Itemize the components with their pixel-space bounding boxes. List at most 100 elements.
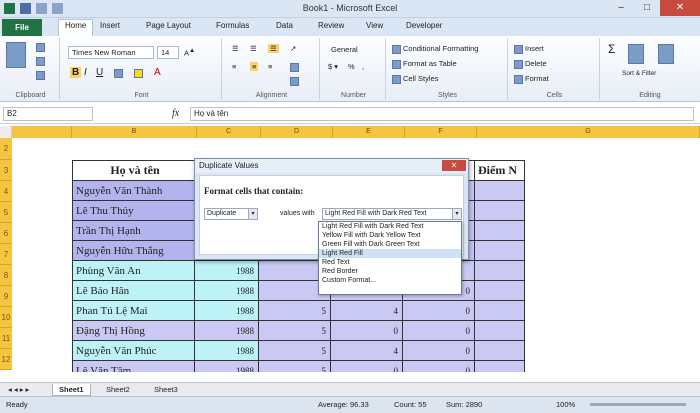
student-name-cell[interactable]: Lê Văn Tâm [72, 360, 195, 372]
format-option[interactable]: Green Fill with Dark Green Text [319, 240, 461, 249]
close-button[interactable]: ✕ [660, 0, 700, 16]
row-header[interactable]: 9 [0, 286, 12, 307]
font-size-select[interactable]: 14 [157, 46, 179, 59]
font-color-button[interactable]: A [154, 67, 161, 78]
column-header-d[interactable]: D [261, 126, 333, 138]
row-header[interactable]: 8 [0, 265, 12, 286]
format-button[interactable]: Format [514, 74, 549, 84]
value-cell[interactable]: 5 [258, 300, 331, 321]
value-cell[interactable] [474, 340, 525, 361]
minimize-button[interactable]: – [608, 0, 634, 16]
wrap-text-button[interactable] [290, 62, 301, 72]
value-cell[interactable] [474, 360, 525, 372]
student-name-cell[interactable]: Nguyễn Văn Thành [72, 180, 195, 201]
row-header[interactable]: 5 [0, 202, 12, 223]
format-select[interactable]: Light Red Fill with Dark Red Text ▾ [322, 208, 462, 220]
chevron-down-icon[interactable]: ▾ [248, 209, 257, 219]
sheet-tab-sheet1[interactable]: Sheet1 [52, 384, 91, 396]
row-header[interactable]: 4 [0, 181, 12, 202]
zoom-slider[interactable] [590, 403, 686, 406]
format-as-table-button[interactable]: Format as Table [392, 59, 457, 69]
header-score-cell[interactable]: Điểm N [474, 160, 525, 181]
align-left-button[interactable]: ≡ [232, 62, 236, 71]
value-cell[interactable] [474, 320, 525, 341]
row-header[interactable]: 7 [0, 244, 12, 265]
maximize-button[interactable]: □ [634, 0, 660, 16]
zoom-level[interactable]: 100% [556, 400, 575, 409]
grow-font-button[interactable]: A▲ [184, 47, 195, 58]
delete-button[interactable]: Delete [514, 59, 547, 69]
tab-developer[interactable]: Developer [406, 21, 442, 30]
select-all-corner[interactable] [0, 126, 12, 138]
tab-home[interactable]: Home [58, 19, 94, 36]
header-name-cell[interactable]: Họ và tên [72, 160, 195, 181]
cell-styles-button[interactable]: Cell Styles [392, 74, 438, 84]
value-cell[interactable]: 0 [402, 300, 475, 321]
row-header[interactable]: 2 [0, 138, 12, 160]
row-header[interactable]: 3 [0, 160, 12, 181]
align-middle-button[interactable]: ☰ [250, 44, 257, 53]
value-cell[interactable]: 1988 [194, 360, 259, 372]
student-name-cell[interactable]: Đặng Thị Hồng [72, 320, 195, 341]
italic-button[interactable]: I [84, 67, 87, 78]
format-option[interactable]: Light Red Fill with Dark Red Text [319, 222, 461, 231]
value-cell[interactable]: 5 [258, 320, 331, 341]
name-box[interactable]: B2 [3, 107, 93, 121]
comma-button[interactable]: , [362, 62, 364, 71]
autosum-button[interactable]: Σ [608, 42, 615, 56]
value-cell[interactable]: 0 [402, 360, 475, 372]
value-cell[interactable]: 4 [330, 340, 403, 361]
formula-input[interactable]: Họ và tên [190, 107, 694, 121]
chevron-down-icon[interactable]: ▾ [452, 209, 461, 219]
column-header-b[interactable]: B [72, 126, 197, 138]
student-name-cell[interactable]: Phùng Văn An [72, 260, 195, 281]
copy-button[interactable] [36, 56, 47, 66]
align-right-button[interactable]: ≡ [268, 62, 272, 71]
format-painter-button[interactable] [36, 70, 47, 80]
value-cell[interactable]: 1988 [194, 300, 259, 321]
value-cell[interactable]: 1988 [194, 320, 259, 341]
fill-color-button[interactable] [134, 68, 145, 78]
insert-button[interactable]: Insert [514, 44, 544, 54]
orientation-button[interactable]: ↗ [290, 44, 296, 53]
value-cell[interactable] [474, 240, 525, 261]
find-select-button[interactable] [658, 44, 676, 64]
row-header[interactable]: 6 [0, 223, 12, 244]
format-option[interactable]: Red Text [319, 258, 461, 267]
column-header-g[interactable]: G [477, 126, 700, 138]
value-cell[interactable]: 5 [258, 360, 331, 372]
accounting-format-button[interactable]: $ ▾ [328, 62, 338, 71]
value-cell[interactable] [474, 300, 525, 321]
align-top-button[interactable]: ☰ [232, 44, 239, 53]
format-option[interactable]: Red Border [319, 267, 461, 276]
student-name-cell[interactable]: Nguyễn Văn Phúc [72, 340, 195, 361]
student-name-cell[interactable]: Lê Thu Thủy [72, 200, 195, 221]
paste-button[interactable] [6, 42, 28, 68]
bold-button[interactable]: B [70, 67, 82, 78]
tab-view[interactable]: View [366, 21, 383, 30]
fx-icon[interactable]: fx [172, 108, 179, 119]
value-cell[interactable]: 1988 [194, 340, 259, 361]
duplicate-mode-select[interactable]: Duplicate ▾ [204, 208, 258, 220]
value-cell[interactable]: 1988 [194, 280, 259, 301]
format-option[interactable]: Yellow Fill with Dark Yellow Text [319, 231, 461, 240]
format-option[interactable]: Light Red Fill [319, 249, 461, 258]
tab-data[interactable]: Data [276, 21, 293, 30]
value-cell[interactable]: 0 [330, 360, 403, 372]
row-header[interactable]: 10 [0, 307, 12, 328]
sheet-tab-sheet3[interactable]: Sheet3 [148, 384, 184, 395]
value-cell[interactable]: 0 [402, 320, 475, 341]
value-cell[interactable]: 0 [330, 320, 403, 341]
borders-button[interactable] [114, 68, 125, 78]
column-header-a[interactable] [12, 126, 72, 138]
value-cell[interactable] [474, 220, 525, 241]
underline-button[interactable]: U [96, 67, 103, 78]
value-cell[interactable] [474, 260, 525, 281]
tab-insert[interactable]: Insert [100, 21, 120, 30]
cut-button[interactable] [36, 42, 47, 52]
column-header-f[interactable]: F [405, 126, 477, 138]
value-cell[interactable]: 4 [330, 300, 403, 321]
tab-formulas[interactable]: Formulas [216, 21, 249, 30]
student-name-cell[interactable]: Phan Tú Lệ Mai [72, 300, 195, 321]
sheet-nav-arrows[interactable]: ◂ ◂ ▸ ▸ [2, 384, 35, 395]
